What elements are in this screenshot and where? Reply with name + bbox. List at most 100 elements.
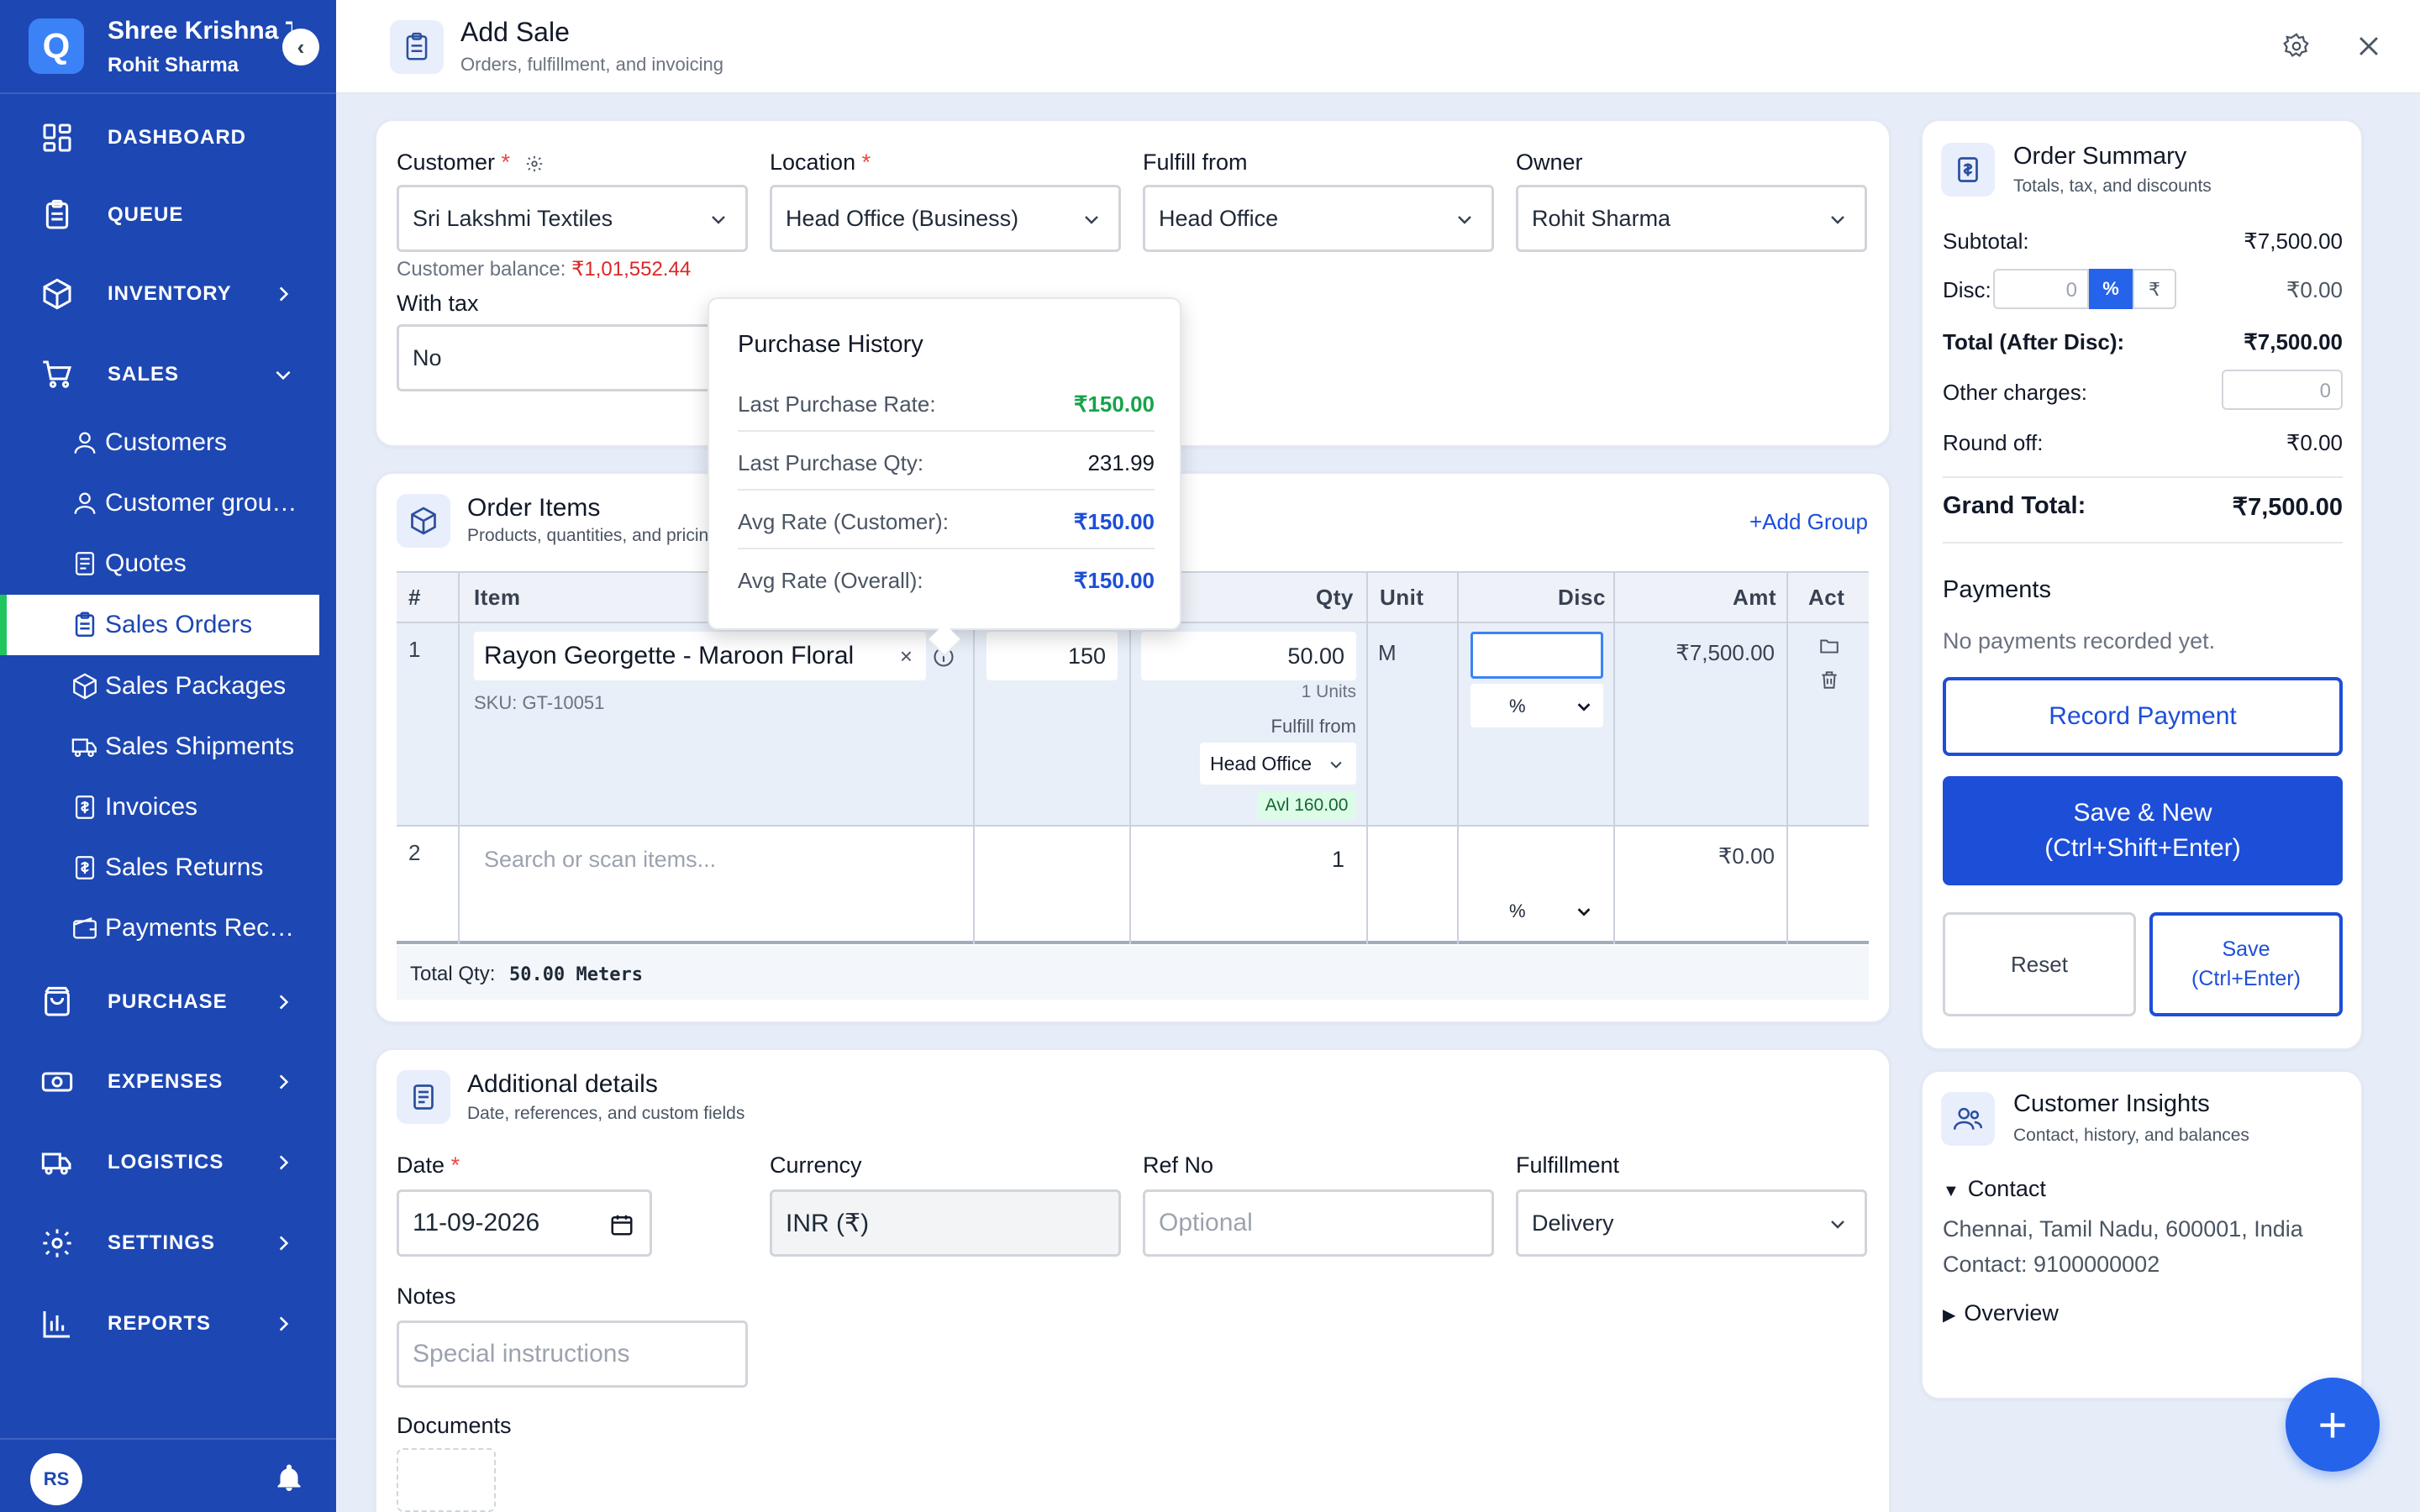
record-payment-button[interactable]: Record Payment — [1943, 677, 2343, 756]
sidebar-item-sales-shipments[interactable]: Sales Shipments — [0, 717, 319, 777]
sidebar-item-invoices[interactable]: Invoices — [0, 777, 319, 837]
nav-purchase[interactable]: PURCHASE — [0, 969, 336, 1036]
truck-icon — [41, 1152, 71, 1175]
item-field[interactable]: Rayon Georgette - Maroon Floral × — [474, 632, 926, 680]
item-sku: SKU: GT-10051 — [474, 692, 605, 713]
row-value: ₹150.00 — [1073, 509, 1155, 534]
owner-select[interactable]: Rohit Sharma — [1516, 185, 1867, 252]
location-select[interactable]: Head Office (Business) — [770, 185, 1121, 252]
round-off-row: Round off: ₹0.00 — [1943, 430, 2343, 478]
disc-rupee-toggle[interactable]: ₹ — [2133, 269, 2176, 309]
nav-sales[interactable]: SALES — [0, 341, 336, 408]
insights-icon-wrap — [1941, 1092, 1995, 1146]
clear-item-icon[interactable]: × — [900, 643, 913, 669]
with-tax-value: No — [413, 344, 442, 370]
nav-reports[interactable]: REPORTS — [0, 1290, 336, 1357]
invoice-icon — [75, 795, 95, 819]
sidebar-item-label: Sales Packages — [105, 672, 287, 700]
sidebar-item-sales-returns[interactable]: Sales Returns — [0, 837, 319, 898]
col-divider — [1366, 571, 1368, 944]
nav-inventory[interactable]: INVENTORY — [0, 260, 336, 328]
customer-select[interactable]: Sri Lakshmi Textiles — [397, 185, 748, 252]
folder-icon[interactable] — [1818, 635, 1840, 657]
nav-expenses-label: EXPENSES — [108, 1070, 224, 1093]
nav-queue-label: QUEUE — [108, 203, 184, 226]
add-fab-button[interactable]: + — [2286, 1378, 2380, 1472]
date-input[interactable]: 11-09-2026 — [397, 1189, 652, 1257]
notes-input[interactable]: Special instructions — [397, 1320, 748, 1388]
sidebar-item-label: Sales Shipments — [105, 732, 295, 760]
collapse-sidebar-button[interactable]: ‹ — [282, 29, 319, 66]
ref-no-input[interactable]: Optional — [1143, 1189, 1494, 1257]
customer-balance-value: ₹1,01,552.44 — [571, 258, 692, 281]
subtotal-label: Subtotal: — [1943, 228, 2029, 254]
nav-expenses[interactable]: EXPENSES — [0, 1048, 336, 1116]
with-tax-select[interactable]: No — [397, 324, 748, 391]
calendar-icon[interactable] — [609, 1212, 634, 1237]
nav-settings-label: SETTINGS — [108, 1231, 216, 1254]
nav-logistics[interactable]: LOGISTICS — [0, 1129, 336, 1196]
nav-queue[interactable]: QUEUE — [0, 181, 336, 249]
with-tax-label: With tax — [397, 291, 479, 316]
reset-button[interactable]: Reset — [1943, 912, 2136, 1016]
col-amt: Amt — [1733, 585, 1777, 610]
total-after-disc-row: Total (After Disc): ₹7,500.00 — [1943, 329, 2343, 355]
overview-toggle[interactable]: ▶ Overview — [1943, 1300, 2059, 1326]
fulfillment-select[interactable]: Delivery — [1516, 1189, 1867, 1257]
sidebar-item-sales-packages[interactable]: Sales Packages — [0, 656, 319, 717]
avatar[interactable]: RS — [30, 1453, 82, 1505]
sidebar-item-quotes[interactable]: Quotes — [0, 533, 319, 594]
settings-icon[interactable] — [525, 155, 544, 173]
additional-icon-wrap — [397, 1070, 450, 1124]
chevron-right-icon — [279, 995, 289, 1010]
col-divider — [1457, 571, 1459, 944]
row-value: ₹150.00 — [1073, 391, 1155, 417]
page-subtitle: Orders, fulfillment, and invoicing — [460, 54, 724, 75]
units-note: 1 Units — [1301, 682, 1356, 701]
nav-logistics-label: LOGISTICS — [108, 1151, 224, 1173]
fulfill-from-select[interactable]: Head Office — [1143, 185, 1494, 252]
row-label: Last Purchase Rate: — [738, 391, 936, 417]
save-new-line1: Save & New — [2073, 799, 2212, 827]
rate-input[interactable]: 150 — [986, 632, 1118, 680]
nav-settings[interactable]: SETTINGS — [0, 1210, 336, 1277]
sidebar-item-label: Sales Returns — [105, 853, 264, 881]
document-upload-area[interactable] — [397, 1448, 496, 1512]
overview-label: Overview — [1964, 1300, 2059, 1326]
other-charges-input[interactable]: 0 — [2222, 370, 2343, 410]
qty-input[interactable]: 1 — [1141, 835, 1356, 882]
disc-input[interactable] — [1470, 632, 1603, 679]
sidebar-item-payments-received[interactable]: Payments Received — [0, 898, 319, 958]
disc-percent-toggle[interactable]: % — [2089, 269, 2133, 309]
disc-type-select[interactable]: % — [1470, 684, 1603, 727]
disc-type-select[interactable]: % — [1470, 889, 1603, 932]
close-icon[interactable] — [2354, 32, 2383, 60]
disc-label: Disc: — [1943, 277, 1991, 302]
row-number: 2 — [408, 840, 421, 865]
notes-label: Notes — [397, 1284, 456, 1309]
row-amount: ₹7,500.00 — [1676, 640, 1775, 665]
user-icon — [74, 492, 96, 514]
trash-icon[interactable] — [1818, 669, 1840, 690]
summary-disc-input[interactable]: 0 — [1993, 269, 2089, 309]
qty-input[interactable]: 50.00 — [1141, 632, 1356, 680]
sidebar: Q Shree Krishna Textiles Rohit Sharma ‹ … — [0, 0, 336, 1512]
bell-icon[interactable] — [274, 1463, 304, 1494]
add-group-link[interactable]: +Add Group — [1749, 509, 1868, 535]
date-label: Date * — [397, 1152, 460, 1178]
date-value: 11-09-2026 — [413, 1209, 540, 1236]
fulfillment-value: Delivery — [1532, 1210, 1614, 1236]
contact-toggle[interactable]: ▼ Contact — [1943, 1176, 2046, 1202]
chevron-down-icon — [276, 370, 291, 381]
row-fulfill-select[interactable]: Head Office — [1200, 743, 1356, 785]
nav-dashboard[interactable]: DASHBOARD — [0, 104, 336, 171]
save-button[interactable]: Save (Ctrl+Enter) — [2149, 912, 2343, 1016]
disc-type-value: % — [1509, 696, 1526, 717]
item-search-input[interactable]: Search or scan items... — [474, 835, 944, 882]
save-new-button[interactable]: Save & New (Ctrl+Shift+Enter) — [1943, 776, 2343, 885]
gear-icon[interactable] — [2282, 32, 2311, 60]
user-name: Rohit Sharma — [108, 54, 239, 76]
sidebar-item-sales-orders[interactable]: Sales Orders — [0, 595, 319, 655]
sidebar-item-customers[interactable]: Customers — [0, 412, 319, 473]
sidebar-item-customer-groups[interactable]: Customer groups — [0, 473, 319, 533]
